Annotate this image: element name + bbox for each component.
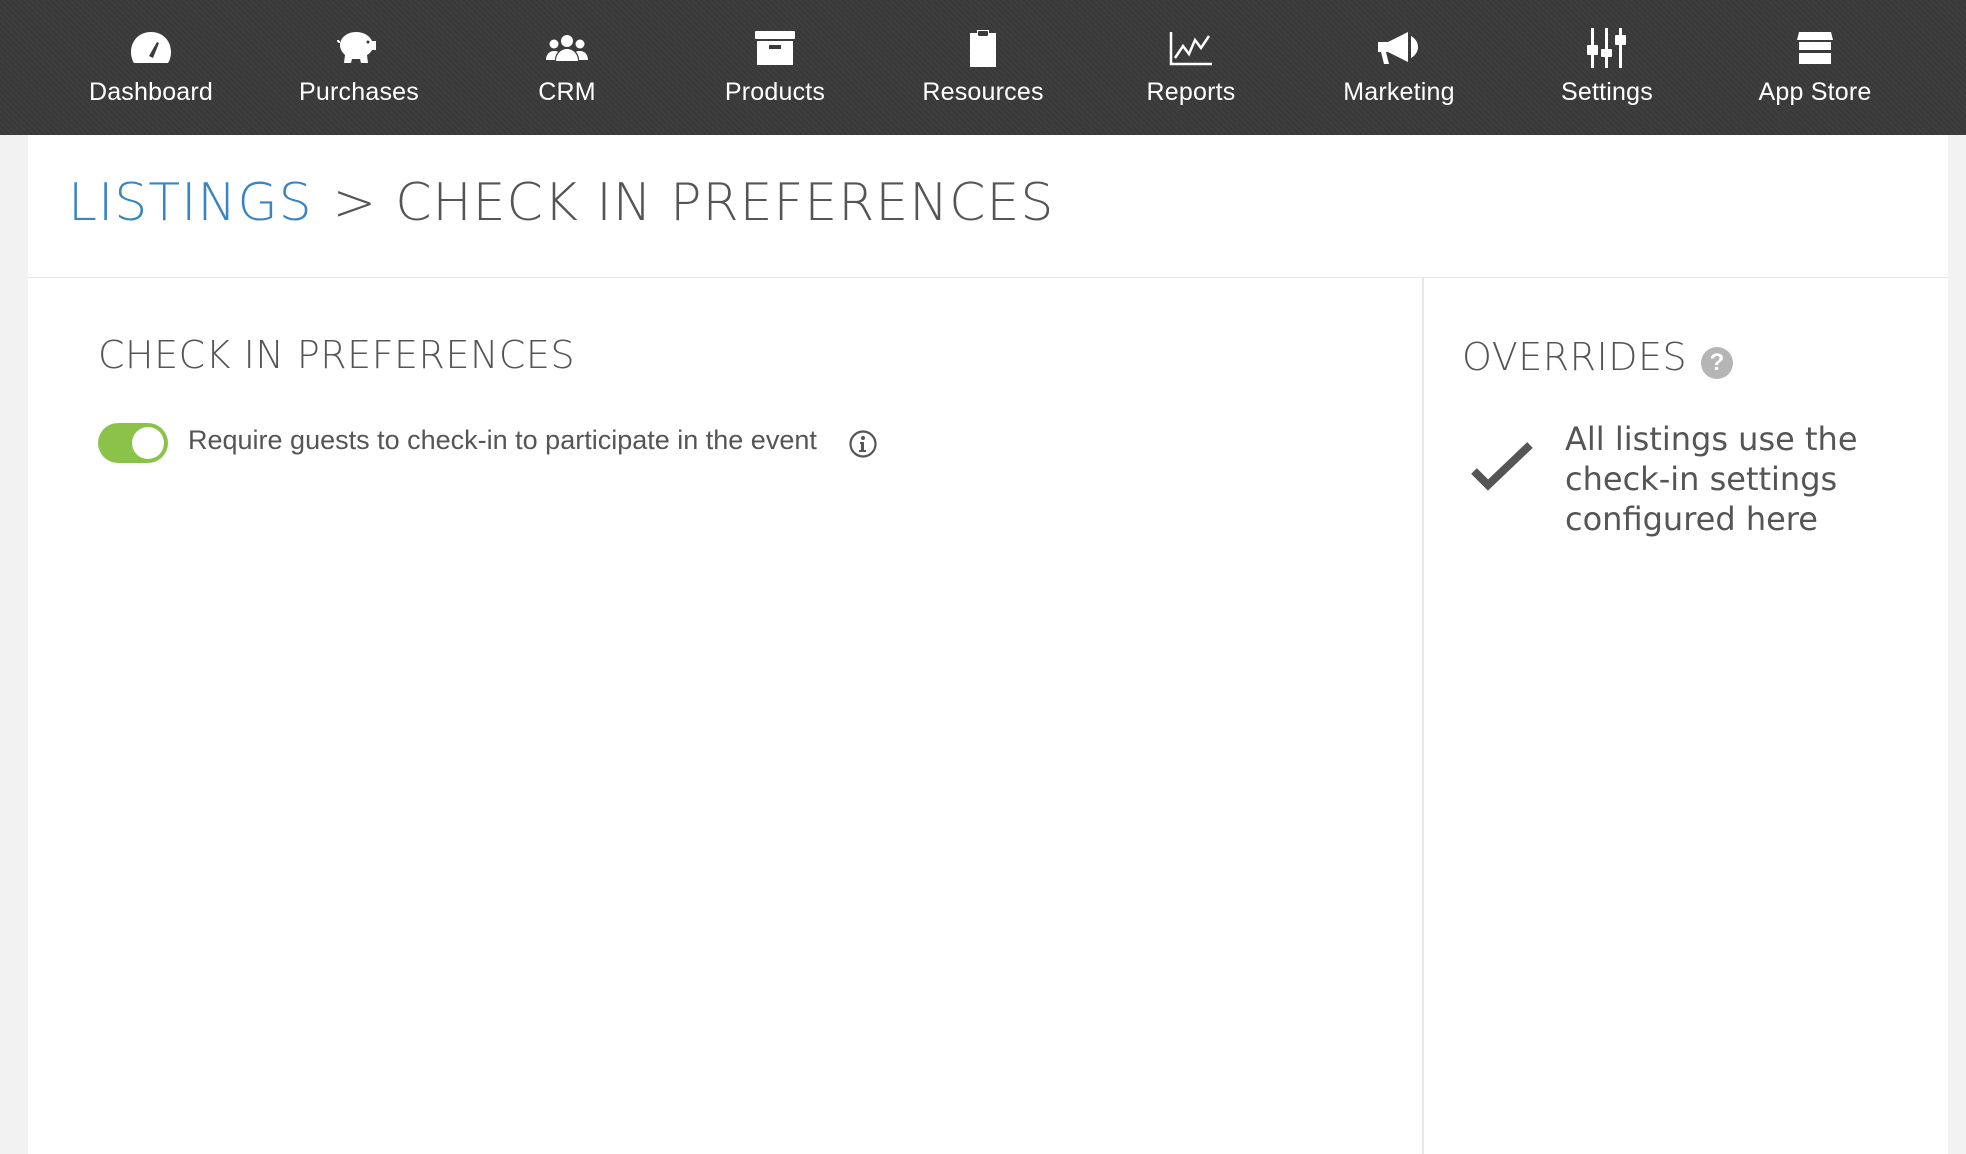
nav-label: App Store bbox=[1758, 78, 1872, 106]
toggle-knob bbox=[132, 427, 164, 459]
dashboard-gauge-icon bbox=[129, 26, 173, 70]
line-chart-icon bbox=[1169, 26, 1213, 70]
page-title: CHECK IN PREFERENCES bbox=[395, 173, 1055, 233]
users-group-icon bbox=[545, 26, 589, 70]
nav-label: Marketing bbox=[1343, 78, 1455, 106]
clipboard-icon bbox=[967, 26, 999, 70]
main-card: LISTINGS > CHECK IN PREFERENCES CHECK IN P… bbox=[28, 135, 1948, 1154]
nav-label: CRM bbox=[538, 78, 596, 106]
check-in-required-toggle[interactable] bbox=[98, 423, 168, 463]
nav-label: Resources bbox=[922, 78, 1044, 106]
nav-label: Dashboard bbox=[88, 78, 214, 106]
preferences-section-title: CHECK IN PREFERENCES bbox=[98, 333, 576, 377]
nav-item-dashboard[interactable]: Dashboard bbox=[47, 0, 255, 135]
nav-item-purchases[interactable]: Purchases bbox=[255, 0, 463, 135]
preferences-panel bbox=[28, 278, 1424, 1154]
nav-item-app-store[interactable]: App Store bbox=[1711, 0, 1919, 135]
overrides-description: All listings use the check-in settings c… bbox=[1565, 420, 1858, 538]
sliders-icon bbox=[1585, 26, 1629, 70]
nav-item-settings[interactable]: Settings bbox=[1503, 0, 1711, 135]
nav-item-products[interactable]: Products bbox=[671, 0, 879, 135]
breadcrumb-listings-link[interactable]: LISTINGS bbox=[68, 173, 313, 233]
breadcrumb: LISTINGS > CHECK IN PREFERENCES bbox=[68, 173, 1054, 233]
help-icon[interactable]: ? bbox=[1701, 347, 1733, 379]
megaphone-icon bbox=[1376, 26, 1422, 70]
piggy-bank-icon bbox=[336, 26, 382, 70]
nav-label: Reports bbox=[1146, 78, 1236, 106]
nav-item-crm[interactable]: CRM bbox=[463, 0, 671, 135]
nav-item-marketing[interactable]: Marketing bbox=[1295, 0, 1503, 135]
storefront-icon bbox=[1796, 26, 1834, 70]
checkmark-icon bbox=[1471, 442, 1533, 491]
info-icon[interactable] bbox=[848, 429, 878, 459]
top-navigation: Dashboard Purchases CRM Products Resourc… bbox=[0, 0, 1966, 135]
overrides-title: OVERRIDES bbox=[1462, 335, 1688, 379]
nav-label: Products bbox=[724, 78, 826, 106]
check-in-required-label: Require guests to check-in to participat… bbox=[188, 425, 817, 455]
page-header: LISTINGS > CHECK IN PREFERENCES bbox=[28, 135, 1948, 278]
nav-label: Purchases bbox=[299, 78, 419, 106]
nav-label: Settings bbox=[1561, 78, 1653, 106]
breadcrumb-separator: > bbox=[332, 173, 378, 233]
nav-item-resources[interactable]: Resources bbox=[879, 0, 1087, 135]
archive-box-icon bbox=[754, 26, 796, 70]
nav-item-reports[interactable]: Reports bbox=[1087, 0, 1295, 135]
